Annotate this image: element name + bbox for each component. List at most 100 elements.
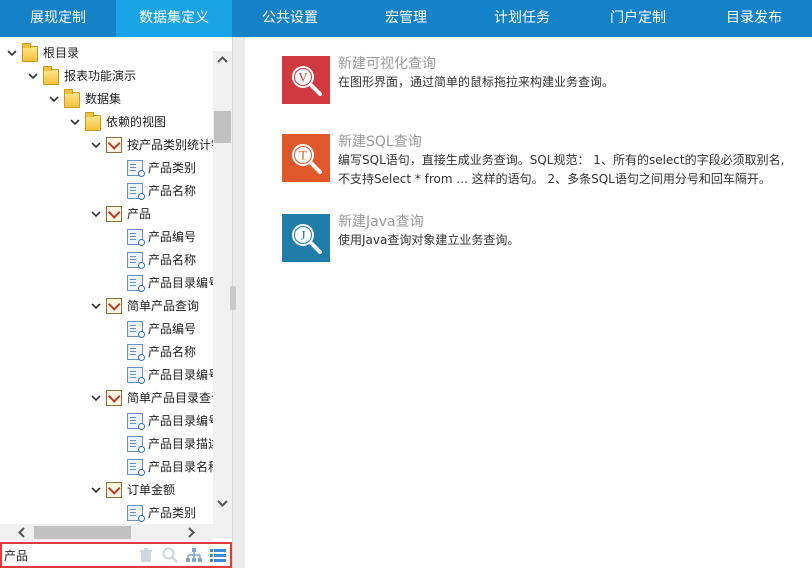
chevron-down-icon[interactable] bbox=[90, 295, 102, 317]
tree-node[interactable]: 报表功能演示 bbox=[27, 65, 136, 87]
badge-letter: V bbox=[298, 70, 308, 85]
tree-node[interactable]: 产品编号 bbox=[111, 226, 196, 248]
tree-toolbar bbox=[138, 547, 230, 563]
tree-toggle-spacer bbox=[111, 249, 123, 271]
tree-search-bar bbox=[0, 542, 232, 568]
panel-splitter[interactable] bbox=[230, 37, 245, 568]
trash-icon[interactable] bbox=[138, 547, 154, 563]
tree-toggle-spacer bbox=[111, 318, 123, 340]
tree-toggle-spacer bbox=[111, 341, 123, 363]
scroll-down-icon[interactable] bbox=[213, 495, 232, 512]
resource-tree: 根目录报表功能演示数据集依赖的视图按产品类别统计销产品类别产品名称产品产品编号产… bbox=[0, 37, 213, 524]
tree-node[interactable]: 产品目录名称 bbox=[111, 456, 213, 478]
tree-node-label: 产品目录编号 bbox=[148, 414, 213, 428]
chevron-down-icon[interactable] bbox=[90, 203, 102, 225]
search-icon[interactable] bbox=[162, 547, 178, 563]
field-icon bbox=[127, 344, 145, 361]
tab-portal-customization[interactable]: 门户定制 bbox=[580, 0, 696, 37]
tree-node-label: 报表功能演示 bbox=[64, 69, 137, 83]
chevron-down-icon[interactable] bbox=[6, 42, 18, 64]
field-icon bbox=[127, 413, 145, 430]
tree-node-label: 数据集 bbox=[85, 92, 122, 106]
left-panel: 根目录报表功能演示数据集依赖的视图按产品类别统计销产品类别产品名称产品产品编号产… bbox=[0, 37, 232, 568]
tree-node[interactable]: 产品类别 bbox=[111, 502, 196, 524]
tree-node[interactable]: 依赖的视图 bbox=[69, 111, 166, 133]
tree-node-label: 订单金额 bbox=[127, 483, 176, 497]
chevron-down-icon[interactable] bbox=[90, 134, 102, 156]
chevron-down-icon[interactable] bbox=[27, 65, 39, 87]
tree-node[interactable]: 简单产品查询 bbox=[90, 295, 199, 317]
tab-presentation[interactable]: 展现定制 bbox=[0, 0, 116, 37]
tree-node[interactable]: 产品编号 bbox=[111, 318, 196, 340]
tab-catalog-publish[interactable]: 目录发布 bbox=[696, 0, 812, 37]
field-icon bbox=[127, 252, 145, 269]
tree-horizontal-scrollbar[interactable] bbox=[0, 524, 213, 541]
vertical-scroll-thumb[interactable] bbox=[214, 111, 231, 143]
tree-node-label: 产品名称 bbox=[148, 345, 197, 359]
new-visual-query-card[interactable]: V 新建可视化查询 在图形界面，通过简单的鼠标拖拉来构建业务查询。 bbox=[282, 56, 788, 104]
new-visual-query-title[interactable]: 新建可视化查询 bbox=[338, 55, 788, 73]
main-content: V 新建可视化查询 在图形界面，通过简单的鼠标拖拉来构建业务查询。 T 新建SQ… bbox=[245, 37, 812, 568]
tree-node[interactable]: 数据集 bbox=[48, 88, 121, 110]
field-icon bbox=[127, 367, 145, 384]
query-icon bbox=[106, 137, 122, 153]
scroll-up-icon[interactable] bbox=[213, 51, 232, 68]
chevron-down-icon[interactable] bbox=[90, 387, 102, 409]
chevron-down-icon[interactable] bbox=[90, 479, 102, 501]
tab-scheduled-tasks[interactable]: 计划任务 bbox=[464, 0, 580, 37]
scroll-left-icon[interactable] bbox=[13, 524, 30, 541]
java-query-badge[interactable]: J bbox=[282, 214, 330, 262]
query-icon bbox=[106, 206, 122, 222]
query-icon bbox=[106, 390, 122, 406]
tree-node[interactable]: 产品 bbox=[90, 203, 151, 225]
tree-node[interactable]: 产品目录编号 bbox=[111, 410, 213, 432]
tree-node[interactable]: 产品目录描述 bbox=[111, 433, 213, 455]
tab-dataset-definition[interactable]: 数据集定义 bbox=[116, 0, 232, 37]
hierarchy-icon[interactable] bbox=[186, 547, 202, 563]
new-sql-query-card[interactable]: T 新建SQL查询 编写SQL语句，直接生成业务查询。SQL规范： 1、所有的s… bbox=[282, 134, 788, 189]
folder-icon bbox=[85, 112, 101, 131]
tree-node-label: 产品 bbox=[127, 207, 152, 221]
tree-node[interactable]: 产品名称 bbox=[111, 180, 196, 202]
field-icon bbox=[127, 229, 145, 246]
tree-node[interactable]: 产品目录编号 bbox=[111, 272, 213, 294]
tree-node[interactable]: 简单产品目录查询 bbox=[90, 387, 213, 409]
folder-icon bbox=[22, 43, 38, 62]
tree-node-label: 简单产品查询 bbox=[127, 299, 200, 313]
tree-node[interactable]: 产品目录编号 bbox=[111, 364, 213, 386]
tree-node[interactable]: 产品名称 bbox=[111, 249, 196, 271]
tab-macro-management[interactable]: 宏管理 bbox=[348, 0, 464, 37]
tree-node-label: 产品目录描述 bbox=[148, 437, 213, 451]
list-icon[interactable] bbox=[210, 547, 226, 563]
tree-node-label: 产品编号 bbox=[148, 230, 197, 244]
sql-query-badge[interactable]: T bbox=[282, 134, 330, 182]
top-navigation: 展现定制 数据集定义 公共设置 宏管理 计划任务 门户定制 目录发布 bbox=[0, 0, 812, 37]
field-icon bbox=[127, 183, 145, 200]
tree-node-label: 产品类别 bbox=[148, 506, 197, 520]
new-java-query-card[interactable]: J 新建Java查询 使用Java查询对象建立业务查询。 bbox=[282, 214, 788, 262]
tree-node[interactable]: 根目录 bbox=[6, 42, 79, 64]
tree-toggle-spacer bbox=[111, 272, 123, 294]
scroll-right-icon[interactable] bbox=[183, 524, 200, 541]
tree-node[interactable]: 订单金额 bbox=[90, 479, 175, 501]
new-java-query-title[interactable]: 新建Java查询 bbox=[338, 213, 788, 231]
tree-node-label: 产品类别 bbox=[148, 161, 197, 175]
field-icon bbox=[127, 459, 145, 476]
tree-toggle-spacer bbox=[111, 180, 123, 202]
chevron-down-icon[interactable] bbox=[69, 111, 81, 133]
tree-node-label: 产品目录编号 bbox=[148, 368, 213, 382]
splitter-grip[interactable] bbox=[230, 286, 236, 310]
tree-node-label: 产品名称 bbox=[148, 184, 197, 198]
new-sql-query-title[interactable]: 新建SQL查询 bbox=[338, 133, 788, 151]
tree-node[interactable]: 产品名称 bbox=[111, 341, 196, 363]
new-visual-query-desc: 在图形界面，通过简单的鼠标拖拉来构建业务查询。 bbox=[338, 75, 615, 89]
tree-node[interactable]: 产品类别 bbox=[111, 157, 196, 179]
tree-node-label: 产品目录编号 bbox=[148, 276, 213, 290]
visual-query-badge[interactable]: V bbox=[282, 56, 330, 104]
new-sql-query-desc: 编写SQL语句，直接生成业务查询。SQL规范： 1、所有的select的字段必须… bbox=[338, 153, 785, 186]
tab-public-settings[interactable]: 公共设置 bbox=[232, 0, 348, 37]
chevron-down-icon[interactable] bbox=[48, 88, 60, 110]
tree-node[interactable]: 按产品类别统计销 bbox=[90, 134, 213, 156]
tree-search-input[interactable] bbox=[4, 548, 124, 562]
horizontal-scroll-thumb[interactable] bbox=[34, 526, 131, 539]
